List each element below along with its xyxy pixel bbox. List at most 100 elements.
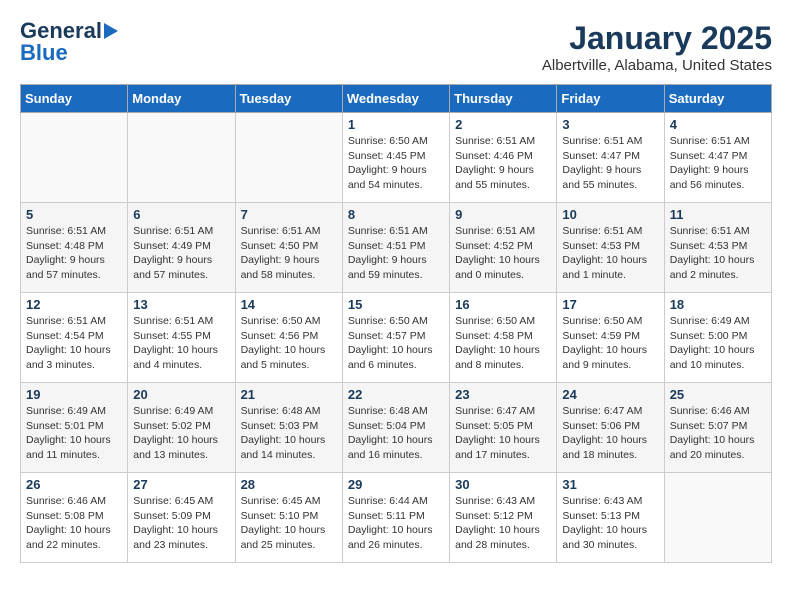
week-row-3: 12 Sunrise: 6:51 AMSunset: 4:54 PMDayligh… [21,293,772,383]
day-number: 29 [348,477,444,492]
day-info: Sunrise: 6:51 AMSunset: 4:51 PMDaylight:… [348,224,444,283]
day-number: 23 [455,387,551,402]
calendar-cell: 11 Sunrise: 6:51 AMSunset: 4:53 PMDayligh… [664,203,771,293]
location-subtitle: Albertville, Alabama, United States [542,57,772,74]
day-info: Sunrise: 6:51 AMSunset: 4:55 PMDaylight:… [133,314,229,373]
day-number: 10 [562,207,658,222]
calendar-cell [235,113,342,203]
day-info: Sunrise: 6:51 AMSunset: 4:54 PMDaylight:… [26,314,122,373]
day-number: 12 [26,297,122,312]
day-number: 18 [670,297,766,312]
calendar-cell: 12 Sunrise: 6:51 AMSunset: 4:54 PMDayligh… [21,293,128,383]
month-title: January 2025 [542,20,772,57]
day-info: Sunrise: 6:45 AMSunset: 5:09 PMDaylight:… [133,494,229,553]
day-number: 8 [348,207,444,222]
weekday-wednesday: Wednesday [342,85,449,113]
calendar-cell [128,113,235,203]
day-number: 7 [241,207,337,222]
day-number: 4 [670,117,766,132]
day-info: Sunrise: 6:49 AMSunset: 5:00 PMDaylight:… [670,314,766,373]
calendar-cell: 3Sunrise: 6:51 AMSunset: 4:47 PMDaylight… [557,113,664,203]
day-number: 19 [26,387,122,402]
calendar-cell: 10Sunrise: 6:51 AMSunset: 4:53 PMDayligh… [557,203,664,293]
calendar-cell: 23Sunrise: 6:47 AMSunset: 5:05 PMDayligh… [450,383,557,473]
day-info: Sunrise: 6:51 AMSunset: 4:46 PMDaylight:… [455,134,551,193]
day-info: Sunrise: 6:50 AMSunset: 4:45 PMDaylight:… [348,134,444,193]
calendar-cell: 25 Sunrise: 6:46 AMSunset: 5:07 PMDayligh… [664,383,771,473]
day-info: Sunrise: 6:51 AMSunset: 4:48 PMDaylight:… [26,224,122,283]
week-row-4: 19 Sunrise: 6:49 AMSunset: 5:01 PMDayligh… [21,383,772,473]
day-number: 30 [455,477,551,492]
calendar-cell: 31 Sunrise: 6:43 AMSunset: 5:13 PMDayligh… [557,473,664,563]
day-number: 25 [670,387,766,402]
day-number: 17 [562,297,658,312]
day-info: Sunrise: 6:47 AMSunset: 5:06 PMDaylight:… [562,404,658,463]
calendar-body: 1 Sunrise: 6:50 AMSunset: 4:45 PMDaylight… [21,113,772,563]
day-info: Sunrise: 6:48 AMSunset: 5:03 PMDaylight:… [241,404,337,463]
day-number: 14 [241,297,337,312]
day-number: 20 [133,387,229,402]
logo-blue: Blue [20,42,68,64]
calendar-cell: 5Sunrise: 6:51 AMSunset: 4:48 PMDaylight… [21,203,128,293]
day-info: Sunrise: 6:48 AMSunset: 5:04 PMDaylight:… [348,404,444,463]
day-info: Sunrise: 6:51 AMSunset: 4:47 PMDaylight:… [670,134,766,193]
day-info: Sunrise: 6:50 AMSunset: 4:58 PMDaylight:… [455,314,551,373]
week-row-5: 26 Sunrise: 6:46 AMSunset: 5:08 PMDayligh… [21,473,772,563]
day-number: 13 [133,297,229,312]
calendar-cell: 9 Sunrise: 6:51 AMSunset: 4:52 PMDaylight… [450,203,557,293]
calendar-cell [664,473,771,563]
day-number: 2 [455,117,551,132]
calendar-cell: 19 Sunrise: 6:49 AMSunset: 5:01 PMDayligh… [21,383,128,473]
day-info: Sunrise: 6:51 AMSunset: 4:50 PMDaylight:… [241,224,337,283]
day-info: Sunrise: 6:43 AMSunset: 5:12 PMDaylight:… [455,494,551,553]
logo-general: General [20,20,102,42]
calendar-cell: 24 Sunrise: 6:47 AMSunset: 5:06 PMDayligh… [557,383,664,473]
logo-arrow-icon [104,23,118,39]
day-info: Sunrise: 6:51 AMSunset: 4:52 PMDaylight:… [455,224,551,283]
day-number: 24 [562,387,658,402]
day-info: Sunrise: 6:45 AMSunset: 5:10 PMDaylight:… [241,494,337,553]
week-row-2: 5Sunrise: 6:51 AMSunset: 4:48 PMDaylight… [21,203,772,293]
day-number: 11 [670,207,766,222]
day-number: 1 [348,117,444,132]
day-number: 3 [562,117,658,132]
day-info: Sunrise: 6:51 AMSunset: 4:49 PMDaylight:… [133,224,229,283]
calendar-cell: 18 Sunrise: 6:49 AMSunset: 5:00 PMDayligh… [664,293,771,383]
calendar-cell: 26 Sunrise: 6:46 AMSunset: 5:08 PMDayligh… [21,473,128,563]
day-info: Sunrise: 6:51 AMSunset: 4:53 PMDaylight:… [670,224,766,283]
weekday-tuesday: Tuesday [235,85,342,113]
day-number: 27 [133,477,229,492]
day-info: Sunrise: 6:43 AMSunset: 5:13 PMDaylight:… [562,494,658,553]
calendar-cell: 16 Sunrise: 6:50 AMSunset: 4:58 PMDayligh… [450,293,557,383]
weekday-monday: Monday [128,85,235,113]
calendar-cell: 7 Sunrise: 6:51 AMSunset: 4:50 PMDaylight… [235,203,342,293]
calendar-cell: 13 Sunrise: 6:51 AMSunset: 4:55 PMDayligh… [128,293,235,383]
calendar-cell: 17Sunrise: 6:50 AMSunset: 4:59 PMDayligh… [557,293,664,383]
calendar-cell: 22 Sunrise: 6:48 AMSunset: 5:04 PMDayligh… [342,383,449,473]
day-number: 22 [348,387,444,402]
logo: General Blue [20,20,118,64]
day-number: 31 [562,477,658,492]
day-info: Sunrise: 6:49 AMSunset: 5:01 PMDaylight:… [26,404,122,463]
day-number: 9 [455,207,551,222]
calendar-cell: 14Sunrise: 6:50 AMSunset: 4:56 PMDayligh… [235,293,342,383]
week-row-1: 1 Sunrise: 6:50 AMSunset: 4:45 PMDaylight… [21,113,772,203]
calendar-cell: 21 Sunrise: 6:48 AMSunset: 5:03 PMDayligh… [235,383,342,473]
calendar-cell: 8 Sunrise: 6:51 AMSunset: 4:51 PMDaylight… [342,203,449,293]
day-number: 15 [348,297,444,312]
day-number: 26 [26,477,122,492]
day-info: Sunrise: 6:50 AMSunset: 4:57 PMDaylight:… [348,314,444,373]
calendar-cell [21,113,128,203]
day-info: Sunrise: 6:46 AMSunset: 5:08 PMDaylight:… [26,494,122,553]
day-number: 16 [455,297,551,312]
weekday-thursday: Thursday [450,85,557,113]
calendar-cell: 28Sunrise: 6:45 AMSunset: 5:10 PMDayligh… [235,473,342,563]
calendar-cell: 15 Sunrise: 6:50 AMSunset: 4:57 PMDayligh… [342,293,449,383]
day-info: Sunrise: 6:44 AMSunset: 5:11 PMDaylight:… [348,494,444,553]
day-info: Sunrise: 6:49 AMSunset: 5:02 PMDaylight:… [133,404,229,463]
calendar-cell: 30 Sunrise: 6:43 AMSunset: 5:12 PMDayligh… [450,473,557,563]
day-info: Sunrise: 6:46 AMSunset: 5:07 PMDaylight:… [670,404,766,463]
calendar-cell: 6Sunrise: 6:51 AMSunset: 4:49 PMDaylight… [128,203,235,293]
day-number: 21 [241,387,337,402]
weekday-friday: Friday [557,85,664,113]
